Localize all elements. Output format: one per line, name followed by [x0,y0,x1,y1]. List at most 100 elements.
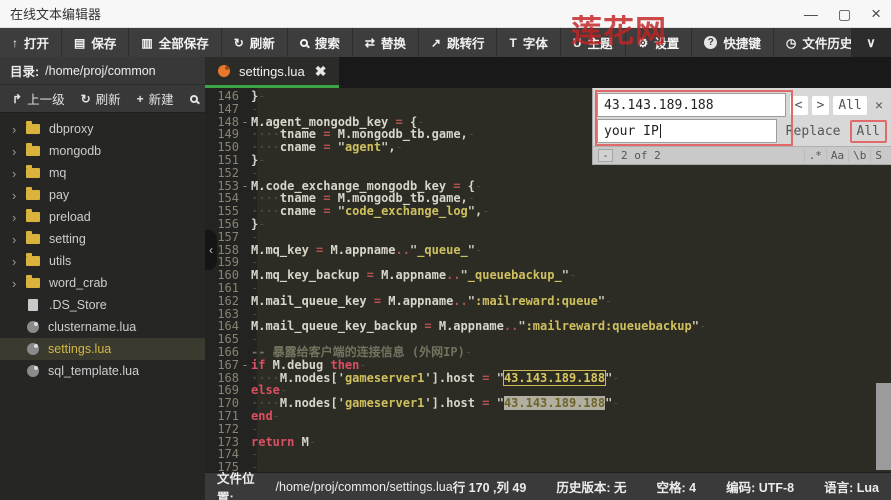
code-line[interactable]: 155····cname = "code_exchange_log",- [205,205,891,218]
line-number: 162 [205,295,239,308]
code-line[interactable]: 168····M.nodes['gameserver1'].host = "43… [205,372,891,385]
panel-minimize-button[interactable]: - [598,149,613,162]
tree-file-sql_template.lua[interactable]: sql_template.lua [0,360,205,382]
toolbar-button-settings[interactable]: ⚙ 设置 [626,28,693,57]
regex-toggle[interactable]: .* [804,149,826,162]
chevron-right-icon[interactable]: › [12,254,26,269]
toolbar-button-label: 刷新 [250,33,275,52]
toolbar-button-save[interactable]: ▤保存 [62,28,129,57]
file-tree: ›dbproxy›mongodb›mq›pay›preload›setting›… [0,113,205,500]
tree-file-clustername.lua[interactable]: clustername.lua [0,316,205,338]
sidebar-tool-refresh[interactable]: ↻刷新 [75,89,127,108]
code-editor[interactable]: 146}-147-148-M.agent_mongodb_key = {-149… [205,88,891,472]
vertical-scrollbar[interactable] [876,383,891,470]
code-line[interactable]: 174- [205,448,891,461]
sidebar-tool-label: 上一级 [27,89,65,108]
tab-close-icon[interactable]: ✖ [315,63,327,80]
chevron-right-icon[interactable]: › [12,210,26,225]
fold-spacer [239,372,251,385]
fold-marker-icon[interactable]: - [239,180,251,193]
tree-folder-preload[interactable]: ›preload [0,206,205,228]
toolbar-button-label: 跳转行 [447,33,485,52]
toolbar-button-open[interactable]: ↑打开 [0,28,62,57]
toolbar-button-refresh[interactable]: ↻刷新 [222,28,288,57]
tree-folder-mongodb[interactable]: ›mongodb [0,140,205,162]
find-all-button[interactable]: All [833,96,866,115]
code-text: ····cname = "agent",- [251,141,403,154]
tab-label: settings.lua [239,64,305,79]
find-next-button[interactable]: > [812,96,830,115]
chevron-right-icon[interactable]: › [12,188,26,203]
code-text: - [251,461,258,472]
toolbar-collapse-button[interactable]: ∨ [851,28,891,57]
toolbar-button-goto-line[interactable]: ↗跳转行 [419,28,498,57]
sidebar-tool-new[interactable]: +新建 [131,89,180,108]
chevron-right-icon[interactable]: › [12,144,26,159]
match-count: 2 of 2 [621,149,661,162]
replace-all-button[interactable]: All [850,120,887,143]
tree-folder-dbproxy[interactable]: ›dbproxy [0,118,205,140]
folder-label: setting [49,232,86,246]
fold-spacer [239,410,251,423]
folder-label: pay [49,188,69,202]
find-input[interactable]: 43.143.189.188 [597,93,786,117]
search-close-icon[interactable]: × [871,97,887,113]
tree-folder-setting[interactable]: › setting [0,228,205,250]
code-line[interactable]: 173return M- [205,436,891,449]
find-prev-button[interactable]: < [790,96,808,115]
sidebar-tool-up-level[interactable]: ↱上一级 [6,89,71,108]
tree-file-.DS_Store[interactable]: .DS_Store [0,294,205,316]
tab-settings-lua[interactable]: settings.lua ✖ [205,57,339,88]
replace-input[interactable]: your IP [597,119,777,143]
line-number: 166 [205,346,239,359]
whole-word-toggle[interactable]: \b [848,149,870,162]
chevron-right-icon[interactable]: › [12,276,26,291]
tree-folder-pay[interactable]: › pay [0,184,205,206]
search-replace-panel: 43.143.189.188 < > All × your IP Replace… [592,88,891,165]
file-label: sql_template.lua [48,364,139,378]
line-number: 172 [205,423,239,436]
chevron-right-icon[interactable]: › [12,232,26,247]
tree-folder-utils[interactable]: ›utils [0,250,205,272]
code-text: ····M.nodes['gameserver1'].host = "43.14… [251,397,620,410]
toolbar-button-search[interactable]: 搜索 [288,28,353,57]
fold-marker-icon[interactable]: - [239,116,251,129]
toolbar-button-hotkeys[interactable]: ?快捷键 [692,28,774,57]
toolbar-button-replace[interactable]: ⇄替换 [353,28,419,57]
code-line[interactable]: 162M.mail_queue_key = M.appname..":mailr… [205,295,891,308]
replace-button[interactable]: Replace [781,122,846,141]
tree-folder-mq[interactable]: ›mq [0,162,205,184]
toolbar-button-theme[interactable]: U主题 [561,28,626,57]
code-line[interactable]: 171end- [205,410,891,423]
status-bar: 文件位置: /home/proj/common/settings.lua 行 1… [205,472,891,500]
fold-spacer [239,154,251,167]
code-line[interactable]: 170····M.nodes['gameserver1'].host = "43… [205,397,891,410]
code-line[interactable]: 175- [205,461,891,472]
tree-folder-word_crab[interactable]: ›word_crab [0,272,205,294]
chevron-right-icon[interactable]: › [12,166,26,181]
gear-icon: ⚙ [638,36,649,50]
code-line[interactable]: 164M.mail_queue_key_backup = M.appname..… [205,320,891,333]
code-line[interactable]: 158M.mq_key = M.appname.."_queue_"- [205,244,891,257]
lua-file-icon [218,65,230,77]
toolbar-button-save-all[interactable]: ▥全部保存 [129,28,221,57]
code-line[interactable]: 156}- [205,218,891,231]
fold-spacer [239,295,251,308]
case-toggle[interactable]: Aa [826,149,848,162]
replace-input-value: your IP [604,124,659,139]
tree-file-settings.lua[interactable]: settings.lua [0,338,205,360]
code-line[interactable]: 160M.mq_key_backup = M.appname.."_queueb… [205,269,891,282]
toolbar-button-font[interactable]: T字体 [497,28,560,57]
minimize-icon[interactable]: — [804,7,818,21]
fold-spacer [239,269,251,282]
fold-marker-icon[interactable]: - [239,359,251,372]
file-location-label: 文件位置: [217,468,270,500]
toolbar-button-label: 设置 [654,33,679,52]
sidebar-collapse-handle[interactable]: ‹ [205,230,217,270]
chevron-right-icon[interactable]: › [12,122,26,137]
selection-toggle[interactable]: S [870,149,886,162]
close-icon[interactable]: × [871,5,881,22]
maximize-icon[interactable]: ▢ [838,7,851,21]
code-text: M.mail_queue_key_backup = M.appname..":m… [251,320,706,333]
fold-spacer [239,205,251,218]
